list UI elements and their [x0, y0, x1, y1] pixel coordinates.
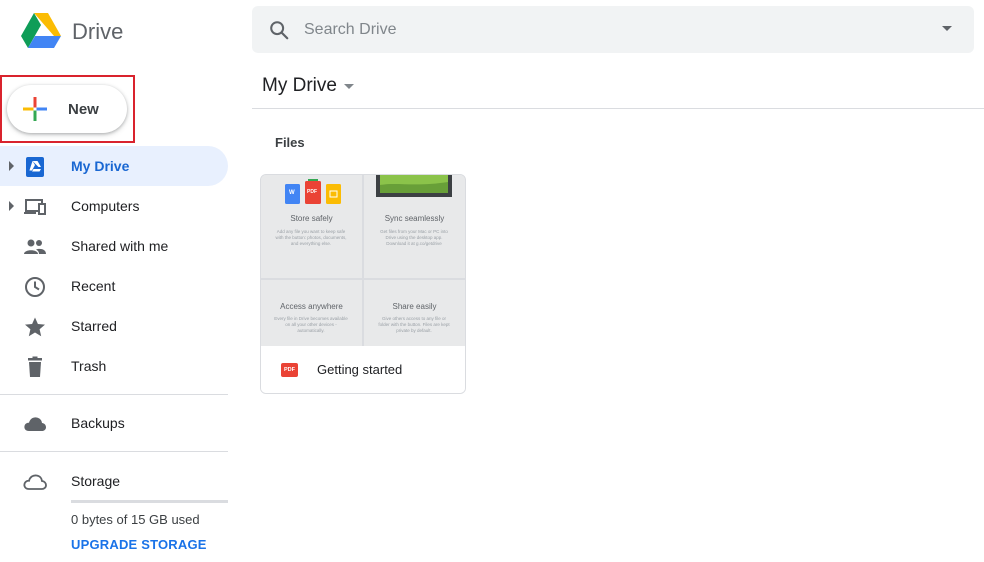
thumbnail-tile: W PDF Store safely Add any file you want… [261, 175, 362, 278]
file-thumbnail: W PDF Store safely Add any file you want… [261, 175, 465, 346]
search-bar[interactable] [252, 6, 974, 53]
plus-icon [23, 97, 47, 121]
expand-arrow-icon[interactable] [9, 201, 14, 211]
pdf-file-icon: PDF [281, 363, 298, 377]
search-icon[interactable] [268, 19, 290, 41]
clock-icon [25, 277, 45, 297]
sidebar-item-label: Starred [71, 318, 117, 334]
storage-used-text: 0 bytes of 15 GB used [71, 512, 200, 527]
thumbnail-tile: Access anywhere Every file in Drive beco… [261, 280, 362, 346]
file-name: Getting started [317, 362, 403, 377]
file-name-row[interactable]: PDF Getting started [261, 346, 465, 393]
new-button-label: New [68, 101, 99, 118]
tile-text: Every file in Drive becomes available on… [274, 316, 348, 333]
sidebar-divider [0, 394, 228, 395]
main-divider [252, 108, 984, 109]
shared-icon [24, 239, 46, 254]
tile-title: Access anywhere [280, 302, 343, 311]
breadcrumb-dropdown-icon[interactable] [344, 84, 354, 89]
sidebar-item-backups[interactable]: Backups [0, 403, 228, 443]
sidebar-item-starred[interactable]: Starred [0, 306, 228, 346]
my-drive-icon [26, 157, 44, 177]
tile-title: Sync seamlessly [384, 214, 445, 223]
sidebar-item-label: Computers [71, 198, 140, 214]
storage-usage-bar [71, 500, 228, 503]
sidebar-item-label: Storage [71, 473, 121, 489]
trash-icon [28, 356, 42, 377]
laptop-icon [376, 175, 452, 197]
sidebar-item-trash[interactable]: Trash [0, 346, 228, 386]
sidebar-item-label: Recent [71, 278, 116, 294]
pdf-badge: PDF [307, 189, 317, 195]
thumbnail-tile: Share easily Give others access to any f… [364, 280, 465, 346]
sidebar-divider [0, 451, 228, 452]
sidebar-item-label: Trash [71, 358, 107, 374]
computers-icon [24, 199, 46, 215]
breadcrumb[interactable]: My Drive [262, 75, 337, 97]
file-card[interactable]: W PDF Store safely Add any file you want… [260, 174, 466, 394]
drive-logo[interactable] [21, 13, 61, 49]
tile-text: Add any file you want to keep safe with … [275, 229, 347, 246]
cloud-outline-icon [23, 474, 47, 490]
sidebar-item-shared-with-me[interactable]: Shared with me [0, 226, 228, 266]
sidebar-item-label: My Drive [71, 158, 130, 174]
search-input[interactable] [304, 14, 904, 45]
tile-text: Get files from your Mac or PC into Drive… [380, 229, 448, 246]
star-icon [25, 317, 45, 337]
word-badge: W [289, 190, 295, 196]
new-button[interactable]: New [7, 85, 127, 133]
sidebar-item-storage[interactable]: Storage [0, 461, 228, 501]
app-name: Drive [72, 19, 124, 44]
sidebar-item-label: Shared with me [71, 238, 169, 254]
sidebar-item-my-drive[interactable]: My Drive [0, 146, 228, 186]
expand-arrow-icon[interactable] [9, 161, 14, 171]
search-options-dropdown-icon[interactable] [942, 26, 952, 31]
upgrade-storage-link[interactable]: UPGRADE STORAGE [71, 537, 207, 552]
tile-title: Store safely [290, 214, 333, 223]
thumbnail-tile: Sync seamlessly Get files from your Mac … [364, 175, 465, 278]
drive-logo-icon [21, 13, 61, 48]
sidebar-item-label: Backups [71, 415, 125, 431]
tile-text: Give others access to any file or folder… [378, 316, 450, 333]
tile-title: Share easily [392, 302, 437, 311]
sidebar-item-recent[interactable]: Recent [0, 266, 228, 306]
sidebar-item-computers[interactable]: Computers [0, 186, 228, 226]
cloud-filled-icon [24, 417, 46, 431]
files-section-label: Files [275, 135, 305, 150]
